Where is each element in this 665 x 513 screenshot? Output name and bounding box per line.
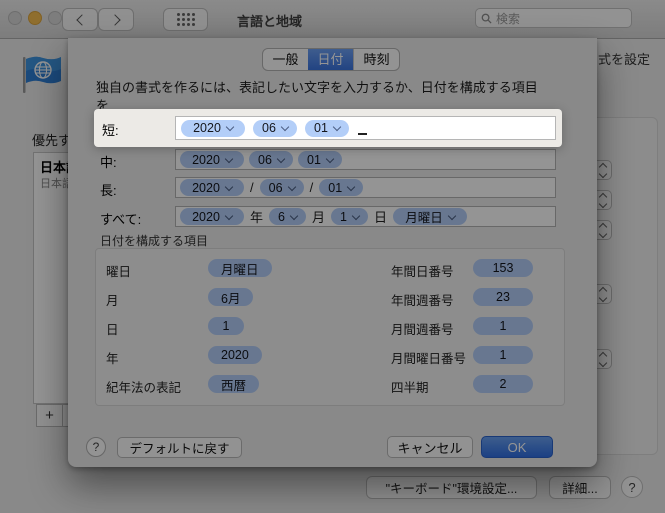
dim-overlay [0, 0, 665, 513]
short-format-field[interactable]: 2020 06 01 [175, 116, 556, 140]
date-token-year[interactable]: 2020 [181, 120, 245, 137]
chevron-down-icon [333, 123, 341, 131]
date-token-month[interactable]: 06 [253, 120, 297, 137]
chevron-down-icon [226, 123, 234, 131]
short-format-label: 短: [102, 120, 119, 139]
short-format-highlight: 短: 2020 06 01 [94, 109, 562, 147]
language-region-window: 優先する言語 日本語 日本語 + 式を設定 "キーボード"環境設定... 詳細.… [0, 0, 665, 513]
text-insertion-cursor [358, 133, 367, 135]
date-token-day[interactable]: 01 [305, 120, 349, 137]
chevron-down-icon [281, 123, 289, 131]
